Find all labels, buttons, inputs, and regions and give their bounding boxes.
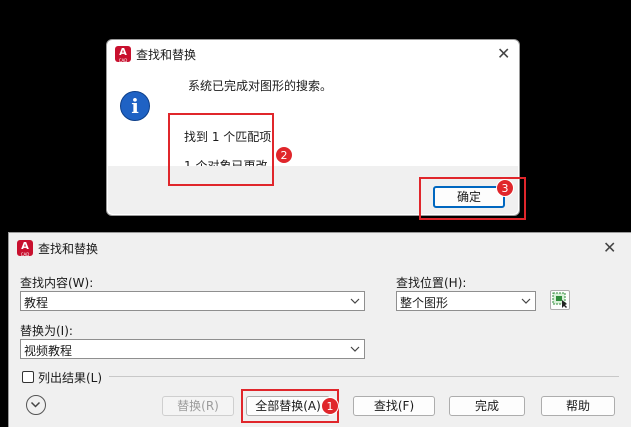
step-badge-2: 2	[275, 146, 293, 164]
find-where-combo[interactable]: 整个图形	[396, 291, 536, 311]
find-button[interactable]: 查找(F)	[353, 396, 435, 416]
info-icon: i	[120, 91, 150, 121]
find-what-combo[interactable]: 教程	[20, 291, 365, 311]
close-icon[interactable]: ✕	[603, 240, 616, 256]
highlight-box-results	[168, 113, 274, 186]
expand-options-button[interactable]	[26, 395, 46, 415]
find-where-value: 整个图形	[400, 296, 449, 310]
separator-line	[109, 376, 619, 377]
replace-with-value: 视频教程	[24, 344, 73, 358]
help-button[interactable]: 帮助	[541, 396, 615, 416]
find-what-label: 查找内容(W):	[20, 276, 94, 290]
close-icon[interactable]: ✕	[497, 46, 510, 62]
select-objects-icon	[552, 292, 567, 308]
dialog-title: 查找和替换	[38, 242, 99, 256]
autocad-app-icon: A CAD	[115, 46, 131, 63]
step-badge-1: 1	[321, 397, 339, 415]
chevron-down-icon	[350, 298, 360, 304]
select-objects-button[interactable]	[550, 290, 570, 310]
chevron-down-icon	[521, 298, 531, 304]
replace-with-combo[interactable]: 视频教程	[20, 339, 365, 359]
chevron-down-icon	[30, 401, 41, 408]
replace-button[interactable]: 替换(R)	[162, 396, 234, 416]
chevron-down-icon	[350, 346, 360, 352]
done-button[interactable]: 完成	[449, 396, 525, 416]
find-where-label: 查找位置(H):	[396, 276, 467, 290]
autocad-app-icon: A CAD	[17, 240, 33, 257]
replace-with-label: 替换为(I):	[20, 324, 73, 338]
message-box-title: 查找和替换	[136, 48, 197, 62]
step-badge-3: 3	[496, 179, 514, 197]
list-results-label: 列出结果(L)	[38, 371, 103, 385]
list-results-checkbox[interactable]	[22, 371, 34, 383]
message-heading: 系统已完成对图形的搜索。	[188, 79, 333, 93]
find-what-value: 教程	[24, 296, 49, 310]
